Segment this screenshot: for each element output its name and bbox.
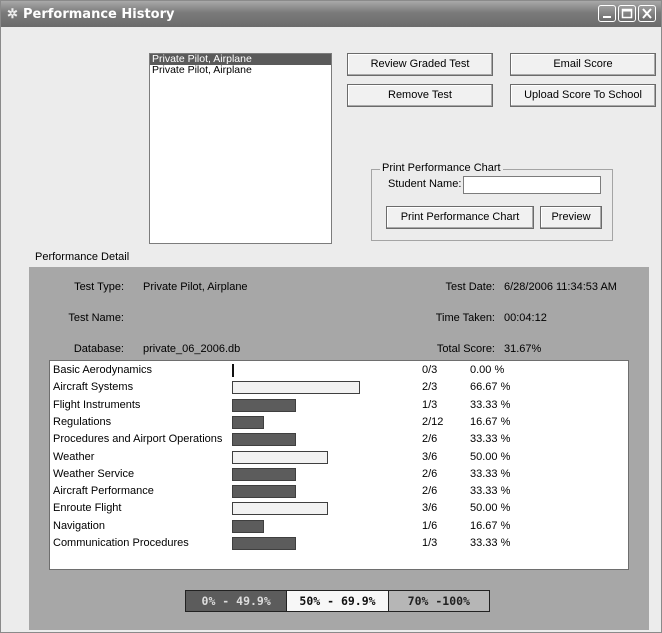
- category-name: Procedures and Airport Operations: [53, 433, 223, 446]
- score-percent: 33.33 %: [470, 398, 511, 411]
- score-percent: 33.33 %: [470, 537, 511, 549]
- table-row: Procedures and Airport Operations 2/6 33.3…: [50, 431, 628, 448]
- table-row: Aircraft Systems 2/3 66.67 %: [50, 379, 628, 396]
- category-name: Enroute Flight: [53, 502, 122, 515]
- score-percent: 50.00 %: [470, 502, 511, 515]
- database-value: private_06_2006.db: [143, 343, 241, 355]
- category-name: Aircraft Performance: [53, 485, 154, 498]
- review-graded-test-button[interactable]: Review Graded Test: [347, 53, 493, 76]
- score-fraction: 3/6: [422, 450, 438, 463]
- total-score-label: Total Score:: [436, 343, 495, 355]
- score-bar: [232, 519, 264, 533]
- test-type-label: Test Type:: [74, 281, 124, 293]
- gear-app-icon: ✲: [7, 6, 18, 21]
- score-bar: [232, 467, 296, 481]
- print-chart-group: Print Performance Chart Student Name: Pr…: [371, 162, 613, 241]
- close-icon: [642, 8, 652, 19]
- legend-low-range: 0% - 49.9%: [186, 591, 287, 611]
- table-row: Regulations 2/12 16.67 %: [50, 414, 628, 431]
- student-name-input[interactable]: [463, 176, 601, 194]
- score-fraction: 2/12: [422, 415, 444, 428]
- legend-high-range: 70% -100%: [388, 591, 489, 611]
- score-bar: [232, 433, 296, 447]
- test-name-label: Test Name:: [68, 312, 124, 324]
- category-name: Flight Instruments: [53, 398, 141, 411]
- score-bar: [232, 398, 296, 412]
- score-fraction: 1/3: [422, 537, 438, 549]
- email-score-button[interactable]: Email Score: [510, 53, 656, 76]
- remove-test-button[interactable]: Remove Test: [347, 84, 493, 107]
- score-percent: 16.67 %: [470, 415, 511, 428]
- print-chart-group-label: Print Performance Chart: [380, 162, 503, 174]
- score-bar: [232, 381, 360, 395]
- table-row: Weather 3/6 50.00 %: [50, 449, 628, 466]
- score-percent: 33.33 %: [470, 485, 511, 498]
- print-performance-chart-button[interactable]: Print Performance Chart: [386, 206, 534, 229]
- performance-detail-panel: Test Type: Private Pilot, Airplane Test …: [29, 267, 649, 630]
- category-name: Weather Service: [53, 467, 135, 480]
- score-percent: 16.67 %: [470, 519, 511, 532]
- category-name: Regulations: [53, 415, 112, 428]
- score-bar: [232, 415, 264, 429]
- minimize-button[interactable]: [598, 5, 616, 22]
- score-fraction: 2/3: [422, 381, 438, 394]
- score-percent: 0.00 %: [470, 364, 505, 376]
- score-fraction: 1/3: [422, 398, 438, 411]
- minimize-icon: [603, 16, 611, 18]
- upload-score-button[interactable]: Upload Score To School: [510, 84, 656, 107]
- category-name: Aircraft Systems: [53, 381, 134, 394]
- score-bar: [232, 485, 296, 499]
- table-row: Weather Service 2/6 33.33 %: [50, 466, 628, 483]
- title-bar[interactable]: ✲ Performance History: [1, 1, 661, 27]
- results-table: Basic Aerodynamics 0/3 0.00 % Aircraft Syst…: [49, 360, 629, 570]
- score-percent: 33.33 %: [470, 467, 511, 480]
- table-row: Communication Procedures 1/3 33.33 %: [50, 535, 628, 552]
- table-row: Aircraft Performance 2/6 33.33 %: [50, 483, 628, 500]
- category-name: Basic Aerodynamics: [53, 364, 153, 376]
- legend-mid-range: 50% - 69.9%: [286, 591, 389, 611]
- score-fraction: 0/3: [422, 364, 438, 376]
- close-button[interactable]: [638, 5, 656, 22]
- test-listbox[interactable]: Private Pilot, Airplane Private Pilot, A…: [149, 53, 332, 244]
- score-fraction: 2/6: [422, 485, 438, 498]
- score-fraction: 1/6: [422, 519, 438, 532]
- score-percent: 33.33 %: [470, 433, 511, 446]
- score-percent: 50.00 %: [470, 450, 511, 463]
- time-taken-value: 00:04:12: [504, 312, 547, 324]
- table-row: Flight Instruments 1/3 33.33 %: [50, 397, 628, 414]
- performance-history-window: ✲ Performance History Private Pilot, Air…: [0, 0, 662, 633]
- test-date-label: Test Date:: [445, 281, 495, 293]
- table-row: Navigation 1/6 16.67 %: [50, 518, 628, 535]
- performance-detail-label: Performance Detail: [35, 251, 130, 263]
- table-row: Enroute Flight 3/6 50.00 %: [50, 500, 628, 517]
- test-type-value: Private Pilot, Airplane: [143, 281, 248, 293]
- score-color-legend: 0% - 49.9% 50% - 69.9% 70% -100%: [185, 590, 490, 612]
- score-fraction: 2/6: [422, 433, 438, 446]
- preview-button[interactable]: Preview: [540, 206, 602, 229]
- score-bar: [232, 364, 234, 377]
- time-taken-label: Time Taken:: [435, 312, 495, 324]
- score-bar: [232, 502, 328, 516]
- total-score-value: 31.67%: [504, 343, 542, 355]
- category-name: Weather: [53, 450, 95, 463]
- category-name: Communication Procedures: [53, 537, 189, 549]
- score-percent: 66.67 %: [470, 381, 511, 394]
- score-bar: [232, 450, 328, 464]
- maximize-icon: [621, 8, 633, 19]
- student-name-label: Student Name:: [388, 178, 462, 190]
- score-fraction: 2/6: [422, 467, 438, 480]
- window-title: Performance History: [23, 7, 175, 22]
- test-date-value: 6/28/2006 11:34:53 AM: [504, 281, 617, 293]
- database-label: Database:: [73, 343, 124, 355]
- maximize-button[interactable]: [618, 5, 636, 22]
- score-bar: [232, 537, 296, 550]
- score-fraction: 3/6: [422, 502, 438, 515]
- test-list-item[interactable]: Private Pilot, Airplane: [150, 65, 331, 76]
- category-name: Navigation: [53, 519, 105, 532]
- table-row: Basic Aerodynamics 0/3 0.00 %: [50, 362, 628, 379]
